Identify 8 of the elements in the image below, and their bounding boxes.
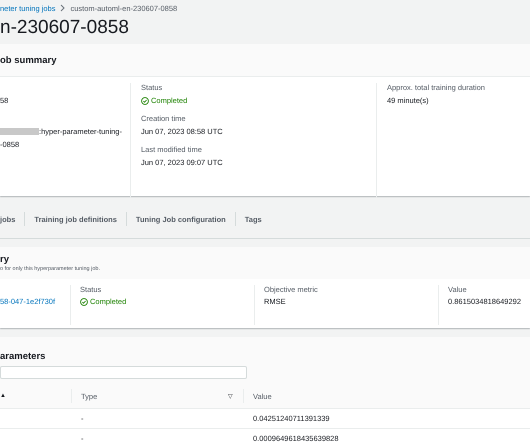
check-circle-icon [141,96,149,104]
search-field[interactable] [0,366,247,379]
panel-title: arameters [0,351,46,362]
panel-title: ry [0,254,10,265]
panel-title: ob summary [0,54,56,66]
page-title: n-230607-0858 [0,16,130,40]
check-circle-icon [80,298,88,306]
chevron-icon [60,4,66,12]
